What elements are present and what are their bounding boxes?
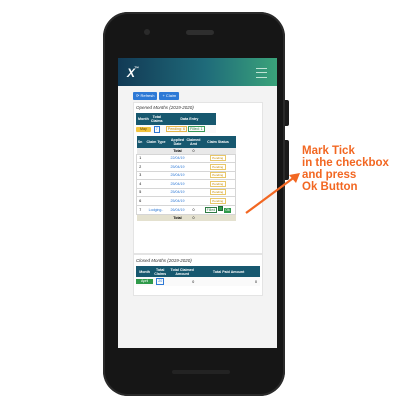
instruction-annotation: Mark Tick in the checkbox and press Ok B… (302, 145, 389, 193)
annotation-line-2: in the checkbox (302, 157, 389, 169)
annotation-arrow-icon (245, 173, 300, 214)
annotation-line-1: Mark Tick (302, 145, 355, 157)
annotation-line-3: and press (302, 169, 357, 181)
annotation-line-4: Ok Button (302, 181, 358, 193)
